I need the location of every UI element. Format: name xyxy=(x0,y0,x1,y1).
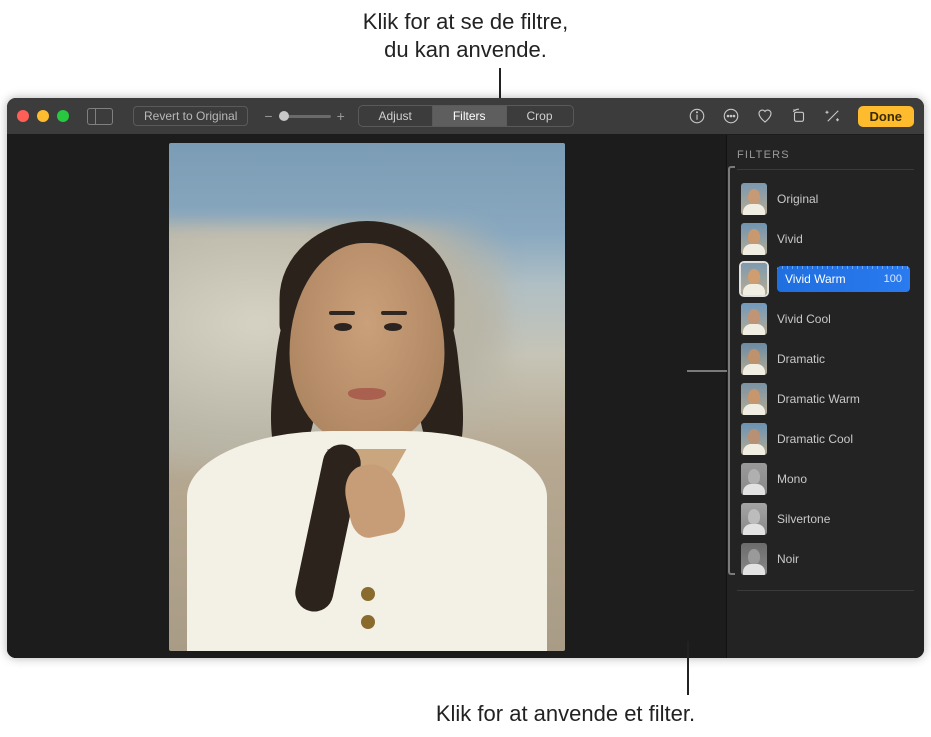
callout-top-leader xyxy=(499,68,501,102)
callout-top-text1: Klik for at se de filtre, xyxy=(363,9,568,34)
photos-edit-window: Revert to Original − + Adjust Filters Cr… xyxy=(7,98,924,658)
filter-thumb xyxy=(741,423,767,455)
zoom-thumb[interactable] xyxy=(279,111,289,121)
filter-label: Vivid xyxy=(777,232,803,246)
close-window-button[interactable] xyxy=(17,110,29,122)
callout-bottom-leader xyxy=(687,641,689,695)
filter-label-wrap: Dramatic xyxy=(777,352,910,366)
photo-preview xyxy=(169,143,565,651)
filter-label: Dramatic Warm xyxy=(777,392,860,406)
filter-label-wrap: Vivid Warm 100 xyxy=(777,266,910,292)
zoom-in-icon: + xyxy=(337,108,345,124)
tab-crop[interactable]: Crop xyxy=(507,106,573,126)
filter-item-dramatic-warm[interactable]: Dramatic Warm xyxy=(737,380,914,418)
sidebar-toggle-icon xyxy=(87,108,113,125)
info-icon[interactable] xyxy=(688,107,706,125)
filter-label: Dramatic xyxy=(777,352,825,366)
filter-label: Noir xyxy=(777,552,799,566)
filter-label: Original xyxy=(777,192,818,206)
filters-panel: FILTERS OriginalVividVivid Warm100Vivid … xyxy=(726,135,924,658)
edit-mode-segmented: Adjust Filters Crop xyxy=(357,105,573,127)
filter-item-silvertone[interactable]: Silvertone xyxy=(737,500,914,538)
filter-thumb xyxy=(741,263,767,295)
filter-label: Vivid Cool xyxy=(777,312,831,326)
callout-top-text2: du kan anvende. xyxy=(384,37,547,62)
filter-thumb xyxy=(741,183,767,215)
filter-label: Dramatic Cool xyxy=(777,432,853,446)
filters-panel-title: FILTERS xyxy=(737,149,914,170)
filter-item-vivid[interactable]: Vivid xyxy=(737,220,914,258)
filter-label: Mono xyxy=(777,472,807,486)
revert-to-original-button[interactable]: Revert to Original xyxy=(133,106,248,126)
filter-label-wrap: Silvertone xyxy=(777,512,910,526)
callout-bottom: Klik for at anvende et filter. xyxy=(0,701,931,727)
more-icon[interactable] xyxy=(722,107,740,125)
filter-label-wrap: Original xyxy=(777,192,910,206)
filter-thumb xyxy=(741,503,767,535)
editor-body: FILTERS OriginalVividVivid Warm100Vivid … xyxy=(7,135,924,658)
filter-item-vivid-warm[interactable]: Vivid Warm 100 xyxy=(737,260,914,298)
favorite-heart-icon[interactable] xyxy=(756,107,774,125)
filter-thumb xyxy=(741,223,767,255)
fullscreen-window-button[interactable] xyxy=(57,110,69,122)
filter-item-vivid-cool[interactable]: Vivid Cool xyxy=(737,300,914,338)
filter-thumb xyxy=(741,383,767,415)
filter-label: Vivid Warm xyxy=(785,272,846,286)
filter-label-wrap: Vivid xyxy=(777,232,910,246)
photo-canvas[interactable] xyxy=(7,135,726,658)
tab-adjust[interactable]: Adjust xyxy=(358,106,432,126)
panel-divider xyxy=(737,590,914,591)
window-controls xyxy=(17,110,69,122)
filter-thumb xyxy=(741,343,767,375)
rotate-icon[interactable] xyxy=(790,107,808,125)
filter-thumb xyxy=(741,463,767,495)
callout-top: Klik for at se de filtre, du kan anvende… xyxy=(0,8,931,63)
callout-bottom-text: Klik for at anvende et filter. xyxy=(436,701,695,726)
zoom-slider[interactable]: − + xyxy=(264,108,344,124)
filter-list: Original Vivid Vivid Warm 100 Vivid Cool Dram… xyxy=(737,180,914,578)
toolbar: Revert to Original − + Adjust Filters Cr… xyxy=(7,98,924,135)
filter-intensity-value: 100 xyxy=(884,273,902,285)
filter-thumb xyxy=(741,543,767,575)
filter-item-noir[interactable]: Noir xyxy=(737,540,914,578)
filter-item-dramatic[interactable]: Dramatic xyxy=(737,340,914,378)
filter-item-mono[interactable]: Mono xyxy=(737,460,914,498)
filter-label-wrap: Mono xyxy=(777,472,910,486)
filter-label: Silvertone xyxy=(777,512,830,526)
filter-item-dramatic-cool[interactable]: Dramatic Cool xyxy=(737,420,914,458)
tab-filters[interactable]: Filters xyxy=(433,106,507,126)
auto-enhance-icon[interactable] xyxy=(824,107,842,125)
zoom-out-icon: − xyxy=(264,108,272,124)
filter-thumb xyxy=(741,303,767,335)
filter-label-wrap: Noir xyxy=(777,552,910,566)
callout-bracket xyxy=(728,166,735,575)
callout-bracket-connector xyxy=(687,370,727,372)
minimize-window-button[interactable] xyxy=(37,110,49,122)
filter-label-wrap: Vivid Cool xyxy=(777,312,910,326)
sidebar-toggle[interactable] xyxy=(87,108,113,125)
filter-item-original[interactable]: Original xyxy=(737,180,914,218)
done-button[interactable]: Done xyxy=(858,106,915,127)
toolbar-right: Done xyxy=(688,106,915,127)
filter-label-wrap: Dramatic Warm xyxy=(777,392,910,406)
zoom-track[interactable] xyxy=(279,115,331,118)
filter-label-wrap: Dramatic Cool xyxy=(777,432,910,446)
